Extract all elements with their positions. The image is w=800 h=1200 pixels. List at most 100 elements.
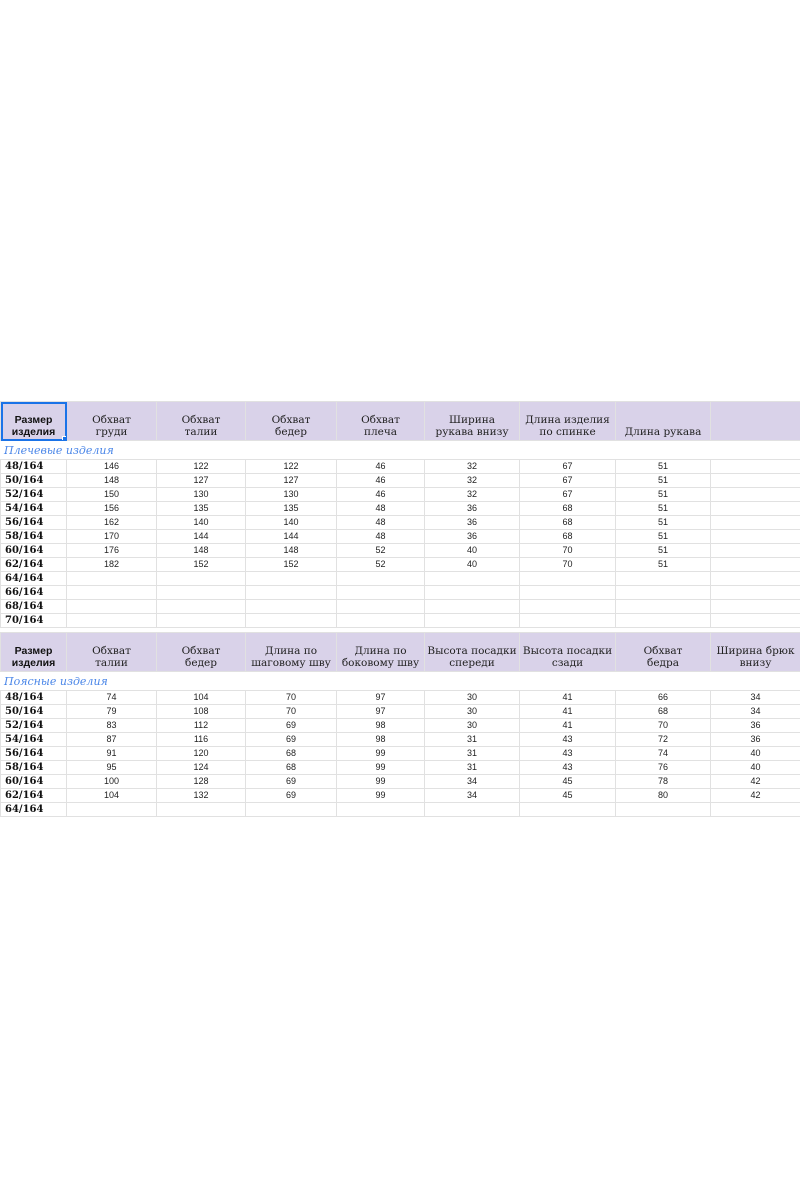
value-cell[interactable]: 79 — [66, 704, 157, 719]
value-cell[interactable]: 135 — [156, 501, 246, 516]
value-cell[interactable] — [424, 599, 520, 614]
value-cell[interactable] — [66, 599, 157, 614]
value-cell[interactable]: 74 — [66, 690, 157, 705]
shoulder-header-cell[interactable] — [710, 401, 800, 441]
waist-header-cell[interactable]: Ширина брюк внизу — [710, 632, 800, 672]
value-cell[interactable] — [424, 802, 520, 817]
value-cell[interactable] — [336, 571, 425, 586]
value-cell[interactable] — [245, 571, 337, 586]
value-cell[interactable]: 99 — [336, 788, 425, 803]
value-cell[interactable]: 70 — [245, 690, 337, 705]
value-cell[interactable]: 40 — [424, 543, 520, 558]
value-cell[interactable]: 41 — [519, 690, 616, 705]
value-cell[interactable] — [519, 571, 616, 586]
value-cell[interactable]: 30 — [424, 704, 520, 719]
value-cell[interactable]: 52 — [336, 543, 425, 558]
size-cell[interactable]: 70/164 — [0, 613, 67, 628]
value-cell[interactable]: 30 — [424, 718, 520, 733]
value-cell[interactable]: 68 — [519, 501, 616, 516]
value-cell[interactable] — [615, 802, 711, 817]
value-cell[interactable]: 51 — [615, 515, 711, 530]
value-cell[interactable] — [66, 613, 157, 628]
waist-header-cell[interactable]: Обхват бедер — [156, 632, 246, 672]
value-cell[interactable]: 132 — [156, 788, 246, 803]
size-cell[interactable]: 58/164 — [0, 529, 67, 544]
selected-cell[interactable]: Размер изделия — [0, 401, 67, 441]
value-cell[interactable]: 68 — [245, 760, 337, 775]
value-cell[interactable]: 140 — [245, 515, 337, 530]
value-cell[interactable]: 95 — [66, 760, 157, 775]
value-cell[interactable]: 69 — [245, 718, 337, 733]
value-cell[interactable] — [710, 501, 800, 516]
value-cell[interactable]: 51 — [615, 557, 711, 572]
shoulder-header-cell[interactable]: Длина изделия по спинке — [519, 401, 616, 441]
value-cell[interactable]: 87 — [66, 732, 157, 747]
value-cell[interactable] — [519, 585, 616, 600]
value-cell[interactable]: 122 — [245, 459, 337, 474]
value-cell[interactable]: 70 — [245, 704, 337, 719]
value-cell[interactable]: 152 — [156, 557, 246, 572]
value-cell[interactable]: 98 — [336, 718, 425, 733]
value-cell[interactable]: 32 — [424, 487, 520, 502]
value-cell[interactable]: 148 — [66, 473, 157, 488]
size-cell[interactable]: 54/164 — [0, 501, 67, 516]
value-cell[interactable] — [615, 585, 711, 600]
value-cell[interactable]: 69 — [245, 732, 337, 747]
value-cell[interactable] — [710, 487, 800, 502]
size-cell[interactable]: 60/164 — [0, 543, 67, 558]
value-cell[interactable]: 68 — [519, 515, 616, 530]
value-cell[interactable]: 51 — [615, 487, 711, 502]
size-cell[interactable]: 52/164 — [0, 487, 67, 502]
value-cell[interactable] — [156, 613, 246, 628]
value-cell[interactable]: 135 — [245, 501, 337, 516]
value-cell[interactable] — [615, 599, 711, 614]
waist-header-cell[interactable]: Высота посадки сзади — [519, 632, 616, 672]
value-cell[interactable]: 76 — [615, 760, 711, 775]
value-cell[interactable] — [615, 613, 711, 628]
value-cell[interactable] — [710, 515, 800, 530]
value-cell[interactable]: 46 — [336, 473, 425, 488]
value-cell[interactable] — [710, 529, 800, 544]
value-cell[interactable] — [615, 571, 711, 586]
value-cell[interactable]: 41 — [519, 718, 616, 733]
size-cell[interactable]: 56/164 — [0, 746, 67, 761]
value-cell[interactable] — [245, 613, 337, 628]
value-cell[interactable]: 34 — [424, 788, 520, 803]
value-cell[interactable] — [424, 585, 520, 600]
waist-header-cell[interactable]: Длина по боковому шву — [336, 632, 425, 672]
value-cell[interactable]: 48 — [336, 515, 425, 530]
value-cell[interactable]: 51 — [615, 529, 711, 544]
size-cell[interactable]: 64/164 — [0, 802, 67, 817]
value-cell[interactable]: 144 — [245, 529, 337, 544]
value-cell[interactable]: 51 — [615, 459, 711, 474]
value-cell[interactable]: 31 — [424, 746, 520, 761]
value-cell[interactable]: 46 — [336, 487, 425, 502]
value-cell[interactable]: 31 — [424, 732, 520, 747]
value-cell[interactable] — [519, 613, 616, 628]
size-cell[interactable]: 68/164 — [0, 599, 67, 614]
size-cell[interactable]: 64/164 — [0, 571, 67, 586]
value-cell[interactable]: 30 — [424, 690, 520, 705]
value-cell[interactable]: 42 — [710, 774, 800, 789]
size-cell[interactable]: 52/164 — [0, 718, 67, 733]
size-cell[interactable]: 62/164 — [0, 788, 67, 803]
value-cell[interactable]: 32 — [424, 459, 520, 474]
size-cell[interactable]: 48/164 — [0, 459, 67, 474]
value-cell[interactable]: 130 — [156, 487, 246, 502]
value-cell[interactable] — [336, 802, 425, 817]
value-cell[interactable] — [710, 613, 800, 628]
value-cell[interactable] — [710, 599, 800, 614]
value-cell[interactable]: 43 — [519, 732, 616, 747]
shoulder-header-cell[interactable]: Обхват талии — [156, 401, 246, 441]
value-cell[interactable]: 104 — [66, 788, 157, 803]
size-cell[interactable]: 56/164 — [0, 515, 67, 530]
value-cell[interactable]: 99 — [336, 746, 425, 761]
value-cell[interactable]: 148 — [245, 543, 337, 558]
shoulder-header-cell[interactable]: Обхват бедер — [245, 401, 337, 441]
value-cell[interactable] — [66, 571, 157, 586]
value-cell[interactable]: 112 — [156, 718, 246, 733]
value-cell[interactable] — [710, 473, 800, 488]
value-cell[interactable]: 182 — [66, 557, 157, 572]
value-cell[interactable] — [710, 802, 800, 817]
value-cell[interactable] — [245, 599, 337, 614]
